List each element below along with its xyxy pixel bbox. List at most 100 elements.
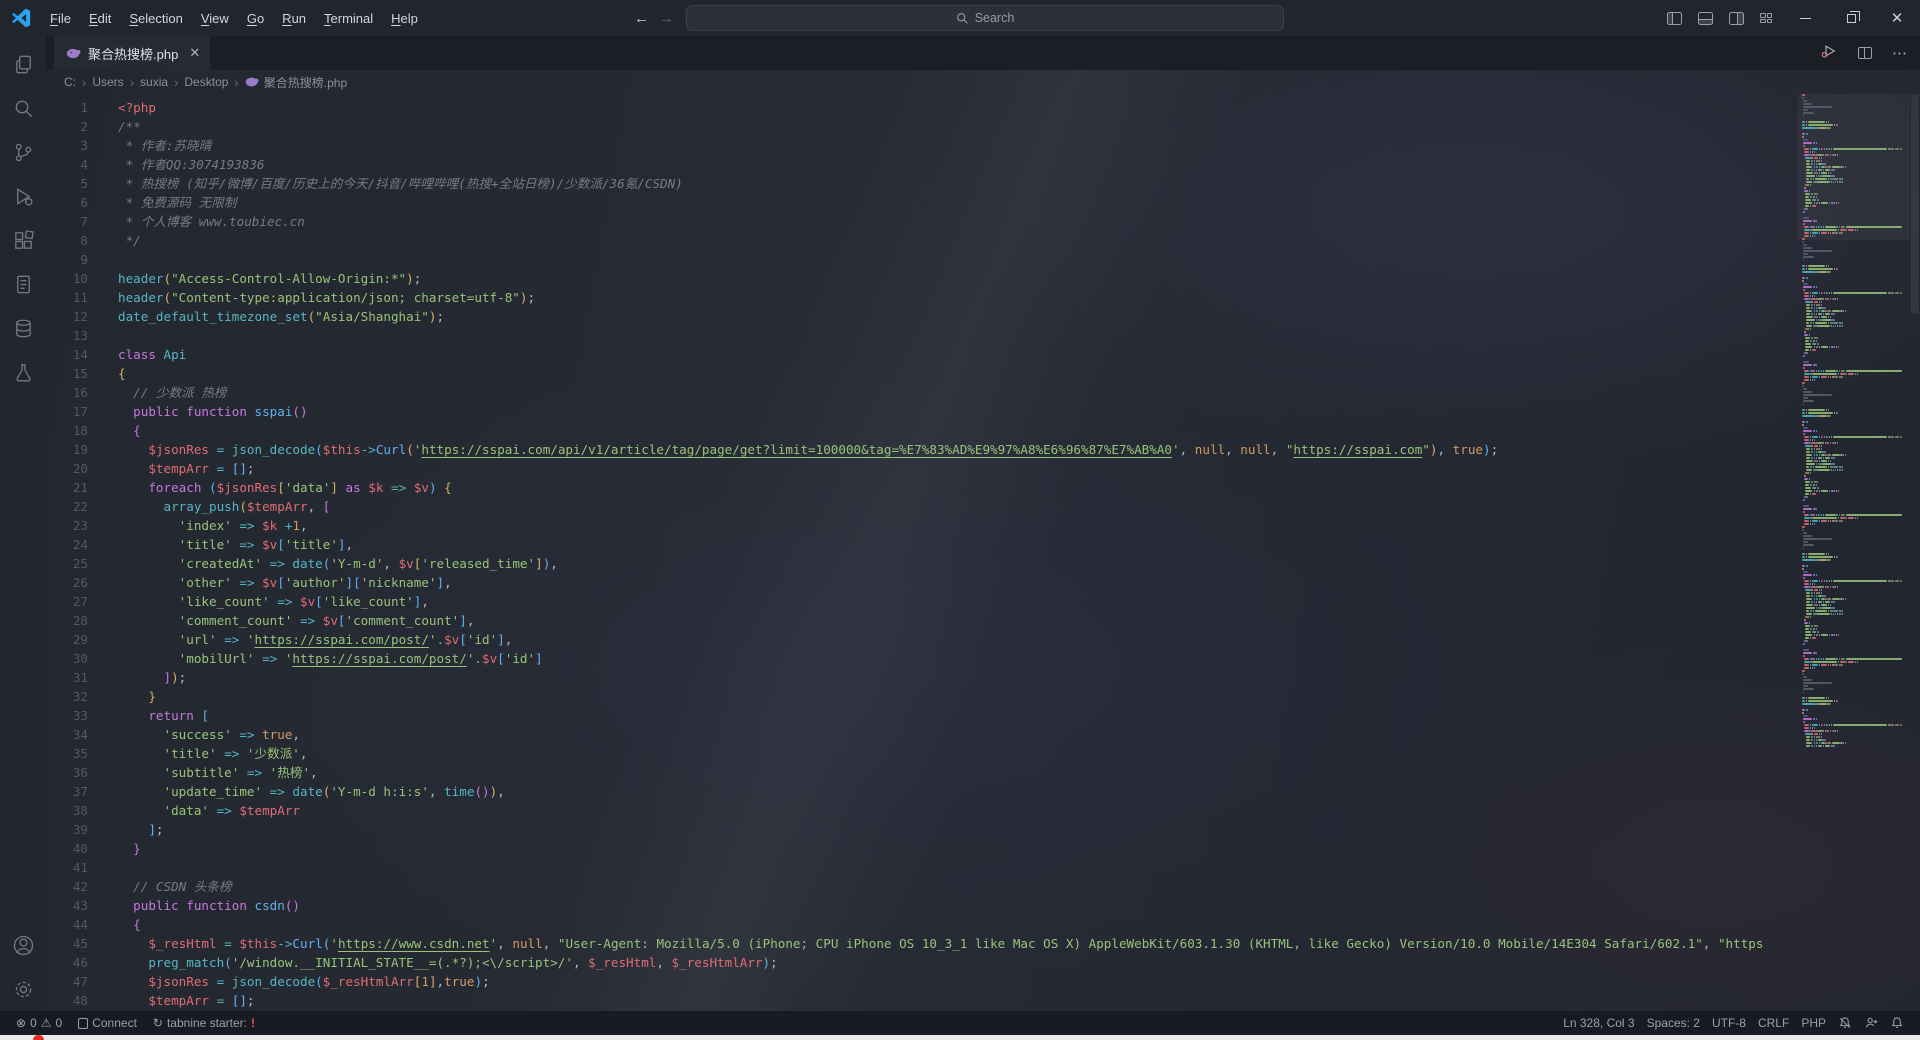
- line-number: 3: [46, 136, 88, 155]
- breadcrumb-segment[interactable]: Users: [92, 75, 123, 89]
- breadcrumb-segment[interactable]: Desktop: [184, 75, 228, 89]
- nav-back-icon[interactable]: ←: [634, 10, 649, 27]
- breadcrumb-file[interactable]: 聚合热搜榜.php: [245, 74, 347, 91]
- minimap[interactable]: [1798, 94, 1910, 1011]
- code-line: 16 // 少数派 热榜: [46, 383, 1793, 402]
- code-line: 5 * 热搜榜 (知乎/微博/百度/历史上的今天/抖音/哔哩哔哩(热搜+全站日榜…: [46, 174, 1793, 193]
- notifications-bell-icon[interactable]: [1884, 1016, 1910, 1030]
- search-sidebar-icon[interactable]: [0, 86, 46, 130]
- editor-scrollbar[interactable]: [1910, 94, 1920, 1011]
- line-number: 43: [46, 896, 88, 915]
- php-file-icon: [245, 76, 259, 88]
- line-number: 26: [46, 573, 88, 592]
- code-line: 48 $tempArr = [];: [46, 991, 1793, 1010]
- line-number: 19: [46, 440, 88, 459]
- customize-layout-icon[interactable]: [1760, 13, 1773, 24]
- nav-forward-icon[interactable]: →: [659, 10, 674, 27]
- menu-terminal[interactable]: Terminal: [316, 7, 381, 30]
- search-icon: [956, 12, 969, 25]
- vscode-logo-icon: [10, 7, 32, 29]
- toggle-panel-icon[interactable]: [1698, 12, 1713, 25]
- line-number: 17: [46, 402, 88, 421]
- menu-file[interactable]: File: [42, 7, 79, 30]
- menu-view[interactable]: View: [193, 7, 237, 30]
- toggle-sidebar-icon[interactable]: [1667, 12, 1682, 25]
- code-line: 45 $_resHtml = $this->Curl('https://www.…: [46, 934, 1793, 953]
- line-number: 38: [46, 801, 88, 820]
- breadcrumb-segment[interactable]: suxia: [140, 75, 168, 89]
- language-mode[interactable]: PHP: [1795, 1016, 1832, 1030]
- settings-gear-icon[interactable]: [0, 967, 46, 1011]
- run-debug-icon[interactable]: [0, 174, 46, 218]
- menu-edit[interactable]: Edit: [81, 7, 119, 30]
- eol-setting[interactable]: CRLF: [1752, 1016, 1795, 1030]
- global-search-input[interactable]: Search: [686, 5, 1284, 31]
- code-line: 36 'subtitle' => '热榜',: [46, 763, 1793, 782]
- extensions-icon[interactable]: [0, 218, 46, 262]
- search-placeholder: Search: [975, 11, 1015, 25]
- error-icon: ⊗: [16, 1016, 26, 1030]
- breadcrumb: C:›Users›suxia›Desktop› 聚合热搜榜.php: [46, 70, 1920, 94]
- line-number: 40: [46, 839, 88, 858]
- code-line: 9: [46, 250, 1793, 269]
- menu-run[interactable]: Run: [274, 7, 314, 30]
- code-line: 26 'other' => $v['author']['nickname'],: [46, 573, 1793, 592]
- problems-indicator[interactable]: ⊗ 0 ⚠ 0: [10, 1011, 68, 1035]
- line-number: 10: [46, 269, 88, 288]
- editor-more-actions-icon[interactable]: ⋯: [1892, 44, 1908, 62]
- error-count: 0: [30, 1016, 37, 1030]
- menu-help[interactable]: Help: [383, 7, 426, 30]
- vscode-window: FileEditSelectionViewGoRunTerminalHelp ←…: [0, 0, 1920, 1040]
- breadcrumb-segment[interactable]: C:: [64, 75, 76, 89]
- source-control-icon[interactable]: [0, 130, 46, 174]
- close-button[interactable]: ✕: [1874, 0, 1920, 36]
- line-number: 32: [46, 687, 88, 706]
- code-line: 2/**: [46, 117, 1793, 136]
- menu-go[interactable]: Go: [239, 7, 272, 30]
- database-extension-icon[interactable]: [0, 306, 46, 350]
- minimize-button[interactable]: [1782, 0, 1828, 36]
- tab-active-file[interactable]: 聚合热搜榜.php ✕: [54, 36, 210, 70]
- breadcrumb-separator: ›: [130, 75, 134, 90]
- line-number: 7: [46, 212, 88, 231]
- tab-close-icon[interactable]: ✕: [189, 45, 200, 61]
- tab-label: 聚合热搜榜.php: [88, 44, 178, 63]
- code-line: 29 'url' => 'https://sspai.com/post/'.$v…: [46, 630, 1793, 649]
- line-number: 15: [46, 364, 88, 383]
- cursor-position[interactable]: Ln 328, Col 3: [1557, 1016, 1640, 1030]
- code-line: 28 'comment_count' => $v['comment_count'…: [46, 611, 1793, 630]
- code-pane[interactable]: 1<?php2/**3 * 作者:苏晓晴4 * 作者QQ:30741938365…: [46, 94, 1793, 1011]
- code-line: 35 'title' => '少数派',: [46, 744, 1793, 763]
- code-line: 37 'update_time' => date('Y-m-d h:i:s', …: [46, 782, 1793, 801]
- notebook-extension-icon[interactable]: [0, 262, 46, 306]
- run-file-icon[interactable]: [1820, 42, 1838, 65]
- line-number: 48: [46, 991, 88, 1010]
- indentation-setting[interactable]: Spaces: 2: [1641, 1016, 1706, 1030]
- toggle-secondary-sidebar-icon[interactable]: [1729, 12, 1744, 25]
- explorer-icon[interactable]: [0, 42, 46, 86]
- code-editor[interactable]: 1<?php2/**3 * 作者:苏晓晴4 * 作者QQ:30741938365…: [46, 94, 1920, 1011]
- taskbar-edge: [0, 1035, 1920, 1040]
- warning-count: 0: [56, 1016, 63, 1030]
- line-number: 36: [46, 763, 88, 782]
- line-number: 13: [46, 326, 88, 345]
- account-icon[interactable]: [0, 923, 46, 967]
- code-line: 24 'title' => $v['title'],: [46, 535, 1793, 554]
- php-file-icon: [66, 47, 81, 60]
- code-line: 30 'mobilUrl' => 'https://sspai.com/post…: [46, 649, 1793, 668]
- split-editor-icon[interactable]: [1858, 47, 1872, 59]
- code-line: 38 'data' => $tempArr: [46, 801, 1793, 820]
- notifications-muted-icon[interactable]: [1832, 1016, 1858, 1030]
- test-beaker-icon[interactable]: [0, 350, 46, 394]
- scrollbar-thumb[interactable]: [1911, 94, 1919, 314]
- line-number: 14: [46, 345, 88, 364]
- feedback-person-icon[interactable]: [1858, 1016, 1884, 1030]
- connect-button[interactable]: Connect: [72, 1011, 143, 1035]
- line-number: 44: [46, 915, 88, 934]
- encoding-setting[interactable]: UTF-8: [1706, 1016, 1752, 1030]
- menu-selection[interactable]: Selection: [121, 7, 190, 30]
- restore-button[interactable]: [1828, 0, 1874, 36]
- code-line: 23 'index' => $k +1,: [46, 516, 1793, 535]
- tabnine-status[interactable]: ↻ tabnine starter: !: [147, 1011, 261, 1035]
- line-number: 18: [46, 421, 88, 440]
